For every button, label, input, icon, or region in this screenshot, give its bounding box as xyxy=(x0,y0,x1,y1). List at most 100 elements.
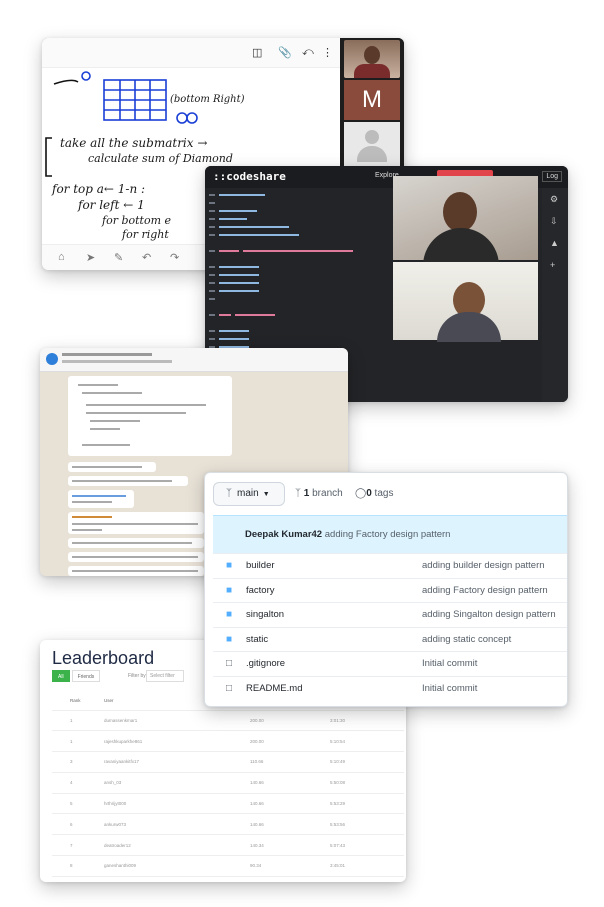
codeshare-logo[interactable]: ::codeshare xyxy=(213,170,286,183)
table-row: 4 ansh_03 140.66 5:50:08 xyxy=(52,772,404,794)
tab-all[interactable]: All xyxy=(52,670,70,682)
ink-note: for left ← 1 xyxy=(78,198,145,212)
rank: 7 xyxy=(52,834,100,857)
tag-icon: ◯ xyxy=(355,488,367,499)
branch-select-button[interactable]: ᛉ main ▼ xyxy=(213,482,285,506)
score: 140.66 xyxy=(250,772,330,794)
file-commit-message[interactable]: adding Factory design pattern xyxy=(422,579,548,603)
file-name[interactable]: factory xyxy=(246,579,275,603)
score: 90.34 xyxy=(250,855,330,877)
undo-icon[interactable]: ↶ xyxy=(142,251,151,264)
chat-header xyxy=(40,348,348,372)
file-commit-message[interactable]: adding builder design pattern xyxy=(422,554,545,578)
settings-icon[interactable]: ⚙ xyxy=(550,194,558,205)
table-row: 3 ravaniyaankitfx17 110.66 5:10:49 xyxy=(52,751,404,773)
time: 5:53:29 xyxy=(330,793,404,815)
file-row[interactable]: ■ factory adding Factory design pattern xyxy=(213,577,567,603)
file-icon: □ xyxy=(226,658,233,670)
username-link[interactable]: ravaniyaankitfx17 xyxy=(100,751,250,773)
tab-friends[interactable]: Friends xyxy=(71,670,101,682)
rank: 3 xyxy=(52,751,100,773)
file-name[interactable]: .gitignore xyxy=(246,652,285,676)
rank: 6 xyxy=(52,813,100,836)
username-link[interactable]: ansh_03 xyxy=(100,772,250,794)
home-icon[interactable]: ⌂ xyxy=(58,251,65,263)
time: 5:10:49 xyxy=(330,751,404,773)
message-bubble xyxy=(68,376,232,456)
branches-link[interactable]: ᛉ 1 branch xyxy=(295,488,343,499)
time: 5:10:54 xyxy=(330,730,404,753)
redo-icon[interactable]: ↷ xyxy=(170,251,179,264)
username-link[interactable]: rajeshkuparkhe861 xyxy=(100,730,250,753)
file-name[interactable]: static xyxy=(246,628,268,652)
tags-link[interactable]: ◯0 tags xyxy=(355,488,393,499)
message-bubble xyxy=(68,552,204,562)
time: 5:53:56 xyxy=(330,813,404,836)
table-row: 8 ganeshanthi009 90.34 3:45:01 xyxy=(52,855,404,877)
filter-label: Filter by xyxy=(128,673,146,679)
rank: 4 xyxy=(52,772,100,794)
leaderboard-table: Rank User 1 dumassenkmar1 200.00 3:01:30 1r… xyxy=(52,692,404,877)
message-bubble xyxy=(68,476,188,486)
rank: 1 xyxy=(52,730,100,753)
page-title: Leaderboard xyxy=(52,648,155,668)
rank: 1 xyxy=(52,710,100,732)
file-row[interactable]: ■ builder adding builder design pattern xyxy=(213,553,567,578)
score: 140.66 xyxy=(250,793,330,815)
file-name[interactable]: README.md xyxy=(246,677,302,701)
folder-icon: ■ xyxy=(226,584,233,596)
git-branch-icon: ᛉ xyxy=(295,488,301,499)
score: 200.00 xyxy=(250,730,330,753)
message-bubble xyxy=(68,462,156,472)
time: 3:01:30 xyxy=(330,710,404,732)
file-name[interactable]: singalton xyxy=(246,603,284,627)
score: 140.34 xyxy=(250,834,330,857)
message-bubble xyxy=(68,512,204,534)
time: 5:50:08 xyxy=(330,772,404,794)
table-row: 1 rajeshkuparkhe861 200.00 5:10:54 xyxy=(52,730,404,753)
user-icon[interactable]: ▲ xyxy=(550,238,559,248)
branch-bar: ᛉ main ▼ ᛉ 1 branch ◯0 tags xyxy=(205,473,567,515)
commit-message[interactable]: adding Factory design pattern xyxy=(325,529,451,540)
login-button[interactable]: Log xyxy=(542,171,562,182)
pointer-icon[interactable]: ➤ xyxy=(86,251,95,264)
branches-label: branch xyxy=(312,488,343,499)
file-commit-message[interactable]: adding Singalton design pattern xyxy=(422,603,556,627)
plus-icon[interactable]: + xyxy=(550,260,555,270)
username-link[interactable]: ganeshanthi009 xyxy=(100,855,250,877)
message-bubble xyxy=(68,490,134,508)
participant-video[interactable] xyxy=(393,262,538,342)
username-link[interactable]: hrthrijyt000 xyxy=(100,793,250,815)
file-name[interactable]: builder xyxy=(246,554,275,578)
file-commit-message[interactable]: Initial commit xyxy=(422,677,477,701)
codeshare-sidebar: ⚙ ⇩ ▲ + xyxy=(542,188,568,402)
filter-select[interactable]: Select filter xyxy=(146,670,184,682)
file-row[interactable]: ■ static adding static concept xyxy=(213,626,567,652)
commit-author[interactable]: Deepak Kumar42 xyxy=(245,529,322,540)
github-repo-window: ᛉ main ▼ ᛉ 1 branch ◯0 tags Deepak Kumar42… xyxy=(204,472,568,707)
score: 110.66 xyxy=(250,751,330,773)
branch-name: main xyxy=(237,488,259,499)
file-commit-message[interactable]: Initial commit xyxy=(422,652,477,676)
pen-icon[interactable]: ✎ xyxy=(114,251,123,264)
time: 3:45:01 xyxy=(330,855,404,877)
file-commit-message[interactable]: adding static concept xyxy=(422,628,511,652)
file-row[interactable]: ■ singalton adding Singalton design patter… xyxy=(213,602,567,627)
ink-note: take all the submatrix → xyxy=(60,136,208,150)
ink-note: for top a← 1-n : xyxy=(52,182,146,196)
file-row[interactable]: □ README.md Initial commit xyxy=(213,676,567,701)
participant-initial-tile[interactable]: M xyxy=(344,80,400,120)
participant-avatar-icon[interactable] xyxy=(344,122,400,168)
username-link[interactable]: dumassenkmar1 xyxy=(100,710,250,732)
table-row: 1 dumassenkmar1 200.00 3:01:30 xyxy=(52,710,404,732)
tags-count: 0 xyxy=(366,488,372,499)
download-icon[interactable]: ⇩ xyxy=(550,216,558,227)
username-link[interactable]: ankurw073 xyxy=(100,813,250,836)
username-link[interactable]: deatroader12 xyxy=(100,834,250,857)
score: 140.66 xyxy=(250,813,330,836)
file-row[interactable]: □ .gitignore Initial commit xyxy=(213,651,567,676)
tags-label: tags xyxy=(374,488,394,499)
ink-note: for bottom e xyxy=(102,214,172,227)
participant-video[interactable] xyxy=(393,176,538,268)
participant-video[interactable] xyxy=(344,40,400,78)
